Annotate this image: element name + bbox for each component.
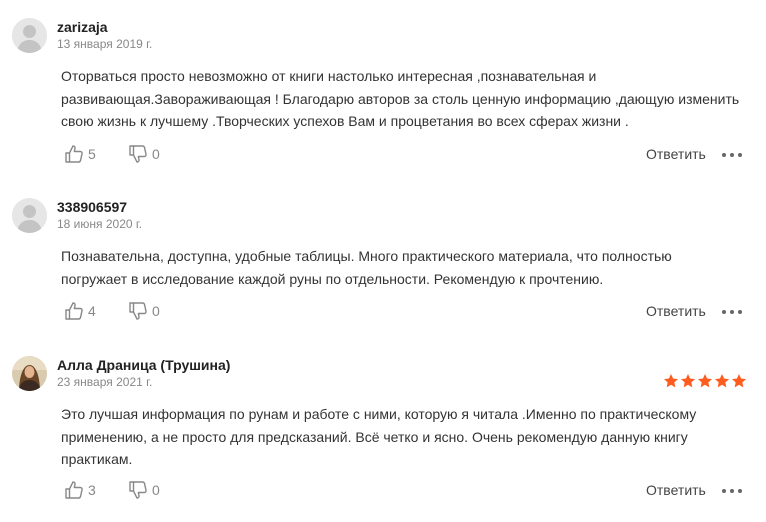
like-button[interactable]: 3: [64, 478, 96, 502]
default-avatar-icon[interactable]: [12, 18, 47, 53]
review-text: Оторваться просто невозможно от книги на…: [61, 68, 740, 129]
like-button[interactable]: 5: [64, 142, 96, 166]
review-actions: 3 0 Ответить: [0, 478, 766, 502]
thumbs-up-icon: [65, 302, 83, 320]
star-icon: [664, 374, 678, 388]
review-author[interactable]: zarizaja: [57, 19, 108, 35]
review-actions: 4 0 Ответить: [0, 299, 766, 323]
thumbs-down-icon: [129, 481, 147, 499]
review-text: Познавательна, доступна, удобные таблицы…: [61, 248, 672, 287]
photo-avatar[interactable]: [12, 356, 47, 391]
star-icon: [732, 374, 746, 388]
thumbs-up-icon: [65, 145, 83, 163]
dislike-count: 0: [152, 303, 160, 319]
like-button[interactable]: 4: [64, 299, 96, 323]
review-author[interactable]: Алла Драница (Трушина): [57, 357, 230, 373]
dislike-button[interactable]: 0: [128, 478, 160, 502]
more-options-icon[interactable]: [722, 148, 742, 160]
default-avatar-icon[interactable]: [12, 198, 47, 233]
review-date: 18 июня 2020 г.: [57, 217, 143, 231]
star-icon: [715, 374, 729, 388]
thumbs-down-icon: [129, 145, 147, 163]
review-actions: 5 0 Ответить: [0, 142, 766, 166]
reply-button[interactable]: Ответить: [646, 303, 706, 319]
more-options-icon[interactable]: [722, 484, 742, 496]
star-icon: [681, 374, 695, 388]
dislike-count: 0: [152, 146, 160, 162]
thumbs-up-icon: [65, 481, 83, 499]
review-text: Это лучшая информация по рунам и работе …: [61, 406, 697, 467]
reply-button[interactable]: Ответить: [646, 482, 706, 498]
dislike-count: 0: [152, 482, 160, 498]
like-count: 3: [88, 482, 96, 498]
review-date: 13 января 2019 г.: [57, 37, 153, 51]
dislike-button[interactable]: 0: [128, 299, 160, 323]
more-options-icon[interactable]: [722, 305, 742, 317]
review-date: 23 января 2021 г.: [57, 375, 153, 389]
like-count: 4: [88, 303, 96, 319]
dislike-button[interactable]: 0: [128, 142, 160, 166]
review-author[interactable]: 338906597: [57, 199, 127, 215]
reply-button[interactable]: Ответить: [646, 146, 706, 162]
star-rating: [663, 373, 747, 389]
like-count: 5: [88, 146, 96, 162]
star-icon: [698, 374, 712, 388]
thumbs-down-icon: [129, 302, 147, 320]
